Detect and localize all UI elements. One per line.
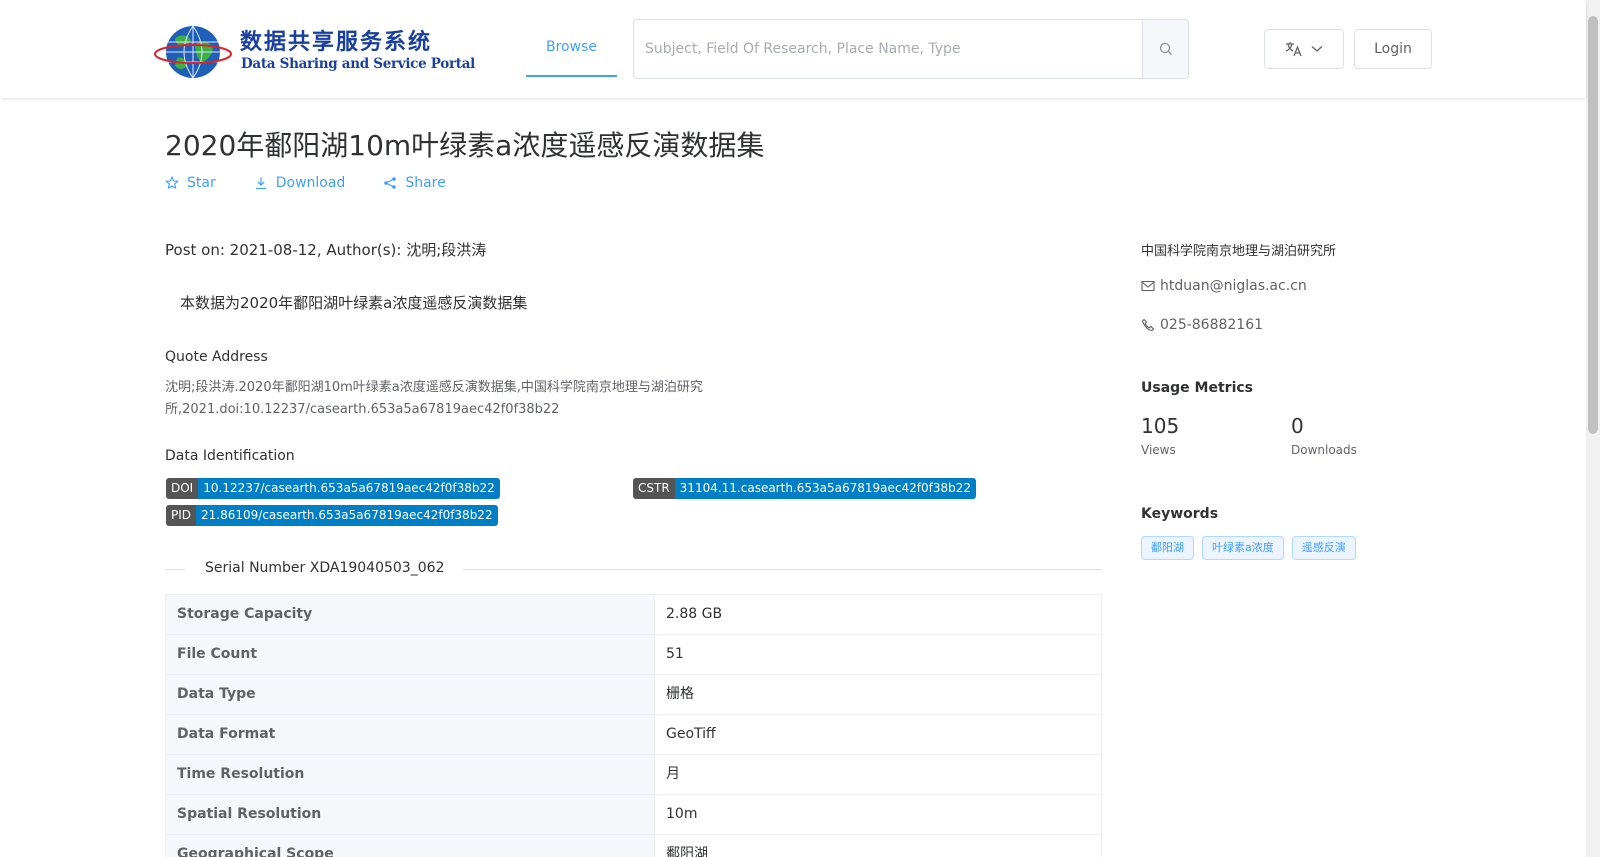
share-button[interactable]: Share (383, 175, 446, 191)
row-key: Time Resolution (165, 755, 655, 794)
cstr-badge[interactable]: CSTR 31104.11.casearth.653a5a67819aec42f… (633, 478, 977, 499)
row-value: 51 (655, 635, 1102, 674)
divider-line-left (165, 569, 185, 570)
row-value: 10m (655, 795, 1102, 834)
logo-english-title: Data Sharing and Service Portal (241, 56, 475, 72)
table-row: Geographical Scope 鄱阳湖 (165, 835, 1102, 857)
keyword-list: 鄱阳湖 叶绿素a浓度 遥感反演 (1141, 536, 1356, 560)
post-info: Post on: 2021-08-12, Author(s): 沈明;段洪涛 (165, 241, 487, 259)
scrollbar-thumb[interactable] (1588, 16, 1598, 434)
star-button[interactable]: Star (165, 175, 216, 191)
table-row: Storage Capacity 2.88 GB (165, 595, 1102, 635)
row-value: 栅格 (655, 675, 1102, 714)
quote-heading: Quote Address (165, 349, 268, 365)
keywords-heading: Keywords (1141, 506, 1219, 522)
phone-text: 025-86882161 (1160, 317, 1264, 333)
downloads-label: Downloads (1291, 443, 1357, 457)
divider-line-right (463, 569, 1102, 570)
chevron-down-icon (1311, 46, 1323, 52)
top-header: 数据共享服务系统 Data Sharing and Service Portal… (0, 0, 1586, 98)
email-text: htduan@niglas.ac.cn (1160, 278, 1307, 294)
row-key: File Count (165, 635, 655, 674)
dataset-title: 2020年鄱阳湖10m叶绿素a浓度遥感反演数据集 (165, 129, 765, 162)
download-button[interactable]: Download (254, 175, 346, 191)
doi-badge-label: DOI (166, 478, 199, 499)
serial-number: Serial Number XDA19040503_062 (205, 560, 445, 576)
keyword-tag[interactable]: 遥感反演 (1291, 536, 1356, 560)
logo-chinese-title: 数据共享服务系统 (240, 29, 433, 55)
row-key: Storage Capacity (165, 595, 655, 634)
quote-text: 沈明;段洪涛.2020年鄱阳湖10m叶绿素a浓度遥感反演数据集,中国科学院南京地… (165, 380, 703, 417)
contact-email[interactable]: htduan@niglas.ac.cn (1141, 278, 1307, 294)
contact-phone: 025-86882161 (1141, 317, 1263, 333)
language-dropdown[interactable] (1264, 29, 1344, 69)
row-value: 鄱阳湖 (655, 835, 1102, 857)
phone-icon (1141, 318, 1155, 332)
pid-badge-label: PID (166, 505, 197, 526)
nav-browse-tab[interactable]: Browse (526, 22, 617, 77)
share-label: Share (405, 175, 446, 191)
dataset-actions: Star Download Share (165, 172, 484, 194)
search-input[interactable] (634, 20, 1142, 78)
pid-badge[interactable]: PID 21.86109/casearth.653a5a67819aec42f0… (166, 505, 498, 526)
search-box (633, 19, 1189, 79)
globe-logo-icon (154, 25, 232, 79)
keyword-tag[interactable]: 叶绿素a浓度 (1202, 536, 1284, 560)
table-row: Data Type 栅格 (165, 675, 1102, 715)
table-row: Data Format GeoTiff (165, 715, 1102, 755)
login-button[interactable]: Login (1354, 29, 1432, 69)
organization-name: 中国科学院南京地理与湖泊研究所 (1141, 244, 1337, 259)
keyword-tag[interactable]: 鄱阳湖 (1141, 536, 1194, 560)
table-row: File Count 51 (165, 635, 1102, 675)
vertical-scrollbar[interactable] (1586, 0, 1600, 857)
dataset-description: 本数据为2020年鄱阳湖叶绿素a浓度遥感反演数据集 (180, 294, 528, 312)
dataset-info-table: Storage Capacity 2.88 GB File Count 51 D… (165, 594, 1102, 857)
identification-heading: Data Identification (165, 448, 295, 464)
row-value: GeoTiff (655, 715, 1102, 754)
row-value: 2.88 GB (655, 595, 1102, 634)
serial-number-divider: Serial Number XDA19040503_062 (165, 560, 1102, 580)
share-icon (384, 177, 397, 189)
download-label: Download (275, 175, 346, 191)
site-logo[interactable]: 数据共享服务系统 Data Sharing and Service Portal (153, 22, 475, 80)
views-count: 105 (1141, 414, 1180, 438)
row-key: Spatial Resolution (165, 795, 655, 834)
downloads-count: 0 (1291, 414, 1304, 438)
row-key: Data Type (165, 675, 655, 714)
row-key: Data Format (165, 715, 655, 754)
doi-badge-value: 10.12237/casearth.653a5a67819aec42f0f38b… (198, 478, 500, 499)
usage-metrics-heading: Usage Metrics (1141, 380, 1253, 396)
table-row: Time Resolution 月 (165, 755, 1102, 795)
table-row: Spatial Resolution 10m (165, 795, 1102, 835)
row-key: Geographical Scope (165, 835, 655, 857)
translate-icon (1285, 42, 1302, 57)
download-icon (255, 177, 266, 190)
row-value: 月 (655, 755, 1102, 794)
doi-badge[interactable]: DOI 10.12237/casearth.653a5a67819aec42f0… (166, 478, 500, 499)
pid-badge-value: 21.86109/casearth.653a5a67819aec42f0f38b… (196, 505, 498, 526)
star-icon (165, 176, 179, 190)
views-label: Views (1141, 443, 1176, 457)
mail-icon (1141, 280, 1155, 292)
cstr-badge-value: 31104.11.casearth.653a5a67819aec42f0f38b… (674, 478, 977, 499)
star-label: Star (187, 175, 216, 191)
search-icon (1159, 42, 1172, 55)
search-button[interactable] (1142, 20, 1188, 78)
cstr-badge-label: CSTR (633, 478, 675, 499)
